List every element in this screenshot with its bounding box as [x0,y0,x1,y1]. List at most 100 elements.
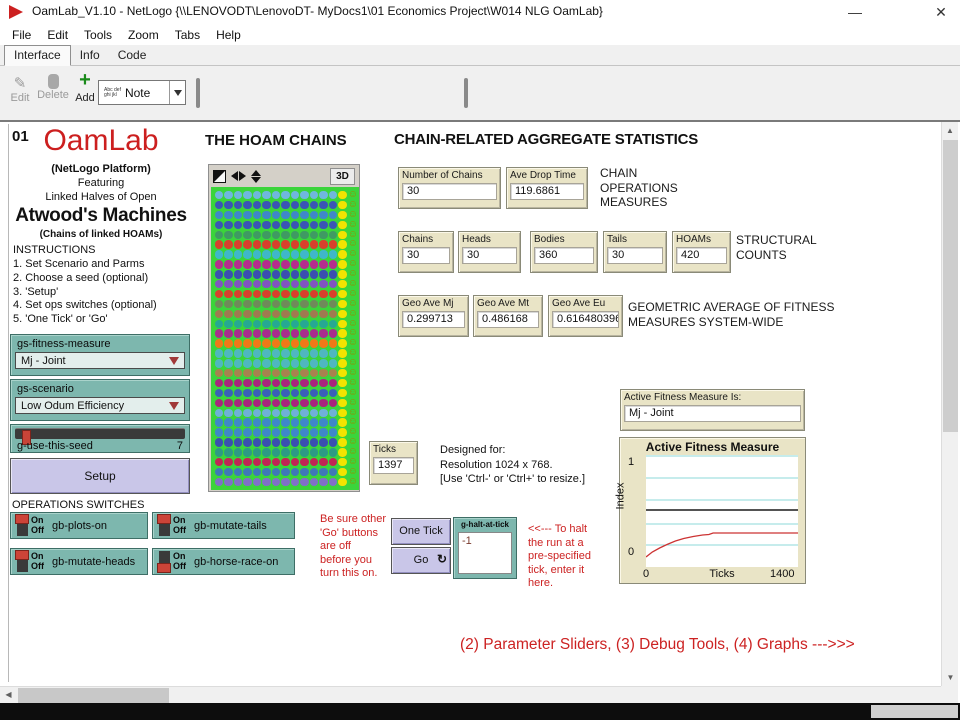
chain-dot [310,300,318,308]
toggle-track[interactable] [17,515,28,536]
edit-button[interactable]: ✎ Edit [6,74,34,104]
toggle-track[interactable] [159,551,170,572]
toggle-knob[interactable] [157,563,171,573]
chain-dot [300,191,308,199]
scroll-up-icon[interactable]: ▲ [942,122,958,139]
chain-dot [310,389,318,397]
menu-zoom[interactable]: Zoom [120,28,167,42]
chain-dot [329,458,337,466]
chain-dot [329,280,337,288]
chain-head-dot [338,339,346,347]
chain-dot [234,250,242,258]
scroll-down-icon[interactable]: ▼ [942,669,959,686]
chain-dot [243,418,251,426]
restore-button[interactable] [880,0,918,24]
chain-head-dot [338,280,346,288]
setup-button[interactable]: Setup [10,458,190,494]
one-tick-button[interactable]: One Tick [391,518,451,545]
chain-dot [215,339,223,347]
chain-dot [253,240,261,248]
chain-dot [300,478,308,486]
chain-dot [281,349,289,357]
chain-dot [291,379,299,387]
menu-help[interactable]: Help [208,28,249,42]
vertical-scrollbar[interactable]: ▲ ▼ [941,122,958,686]
chain-dot [281,260,289,268]
switch-gb-horse-race-on[interactable]: OnOff gb-horse-race-on [152,548,295,575]
chain-dot [224,250,232,258]
chain-dot [224,300,232,308]
chain-operations-label: CHAIN OPERATIONS MEASURES [600,166,678,210]
chain-dot [262,428,270,436]
toggle-track[interactable] [159,515,170,536]
view-3d-button[interactable]: 3D [330,168,355,185]
toggle-knob[interactable] [15,514,29,524]
switch-gb-mutate-tails[interactable]: OnOff gb-mutate-tails [152,512,295,539]
chooser-select[interactable]: Low Odum Efficiency [15,397,185,414]
chain-dot [262,211,270,219]
widget-type-dropdown[interactable]: Abc def ghi jkl Note [98,80,186,105]
chain-dot [300,250,308,258]
menu-tabs[interactable]: Tabs [167,28,208,42]
geometric-average-label: GEOMETRIC AVERAGE OF FITNESS MEASURES SY… [628,300,834,329]
chain-dot [215,438,223,446]
halt-tick-input[interactable]: -1 [458,532,512,574]
smiley-icon: ☺ [348,389,358,397]
tab-interface[interactable]: Interface [4,45,71,66]
chain-dot [310,428,318,436]
add-button[interactable]: + Add [72,69,98,104]
hoam-chain-row: ☺ [215,240,359,250]
menu-file[interactable]: File [4,28,39,42]
hoam-chain-row: ☺ [215,211,359,221]
scroll-left-icon[interactable]: ◀ [0,687,17,703]
horizontal-scrollbar[interactable]: ◀ [0,686,941,703]
chain-dot [281,369,289,377]
x-tick-0: 0 [643,568,649,580]
view-resize-icon[interactable] [213,170,226,183]
slider-track[interactable] [15,428,185,439]
vertical-scroll-thumb[interactable] [943,140,958,432]
menu-edit[interactable]: Edit [39,28,76,42]
close-button[interactable]: ✕ [922,0,960,24]
world-view[interactable]: ☺☺☺☺☺☺☺☺☺☺☺☺☺☺☺☺☺☺☺☺☺☺☺☺☺☺☺☺☺☺ [211,187,359,490]
chain-dot [319,438,327,446]
smiley-icon: ☺ [348,300,358,308]
chain-dot [281,359,289,367]
chain-dot [234,359,242,367]
chain-dot [215,379,223,387]
toggle-knob[interactable] [15,550,29,560]
chain-dot [224,191,232,199]
chain-dot [281,418,289,426]
go-button[interactable]: Go ↻ [391,547,451,574]
hoam-chain-row: ☺ [215,329,359,339]
chain-dot [262,320,270,328]
hoam-chain-row: ☺ [215,458,359,468]
minimize-button[interactable]: — [836,0,874,24]
chain-dot [300,418,308,426]
toggle-track[interactable] [17,551,28,572]
chain-dot [234,320,242,328]
horizontal-scroll-thumb[interactable] [18,688,169,703]
chain-dot [291,329,299,337]
bottom-gray-block [871,705,958,718]
horizontal-arrows-icon[interactable] [231,171,246,181]
delete-button[interactable]: Delete [36,74,70,101]
chain-dot [215,221,223,229]
hoam-chain-row: ☺ [215,270,359,280]
chain-dot [215,280,223,288]
menu-tools[interactable]: Tools [76,28,120,42]
chain-dot [224,458,232,466]
tab-code[interactable]: Code [109,46,156,65]
chain-dot [329,379,337,387]
chain-head-dot [338,221,346,229]
switch-gb-mutate-heads[interactable]: OnOff gb-mutate-heads [10,548,148,575]
switch-gb-plots-on[interactable]: OnOff gb-plots-on [10,512,148,539]
vertical-arrows-icon[interactable] [251,170,261,183]
chain-dot [224,428,232,436]
smiley-icon: ☺ [348,221,358,229]
chain-dot [224,280,232,288]
tab-info[interactable]: Info [71,46,109,65]
toggle-knob[interactable] [157,514,171,524]
chain-dot [310,280,318,288]
chooser-select[interactable]: Mj - Joint [15,352,185,369]
